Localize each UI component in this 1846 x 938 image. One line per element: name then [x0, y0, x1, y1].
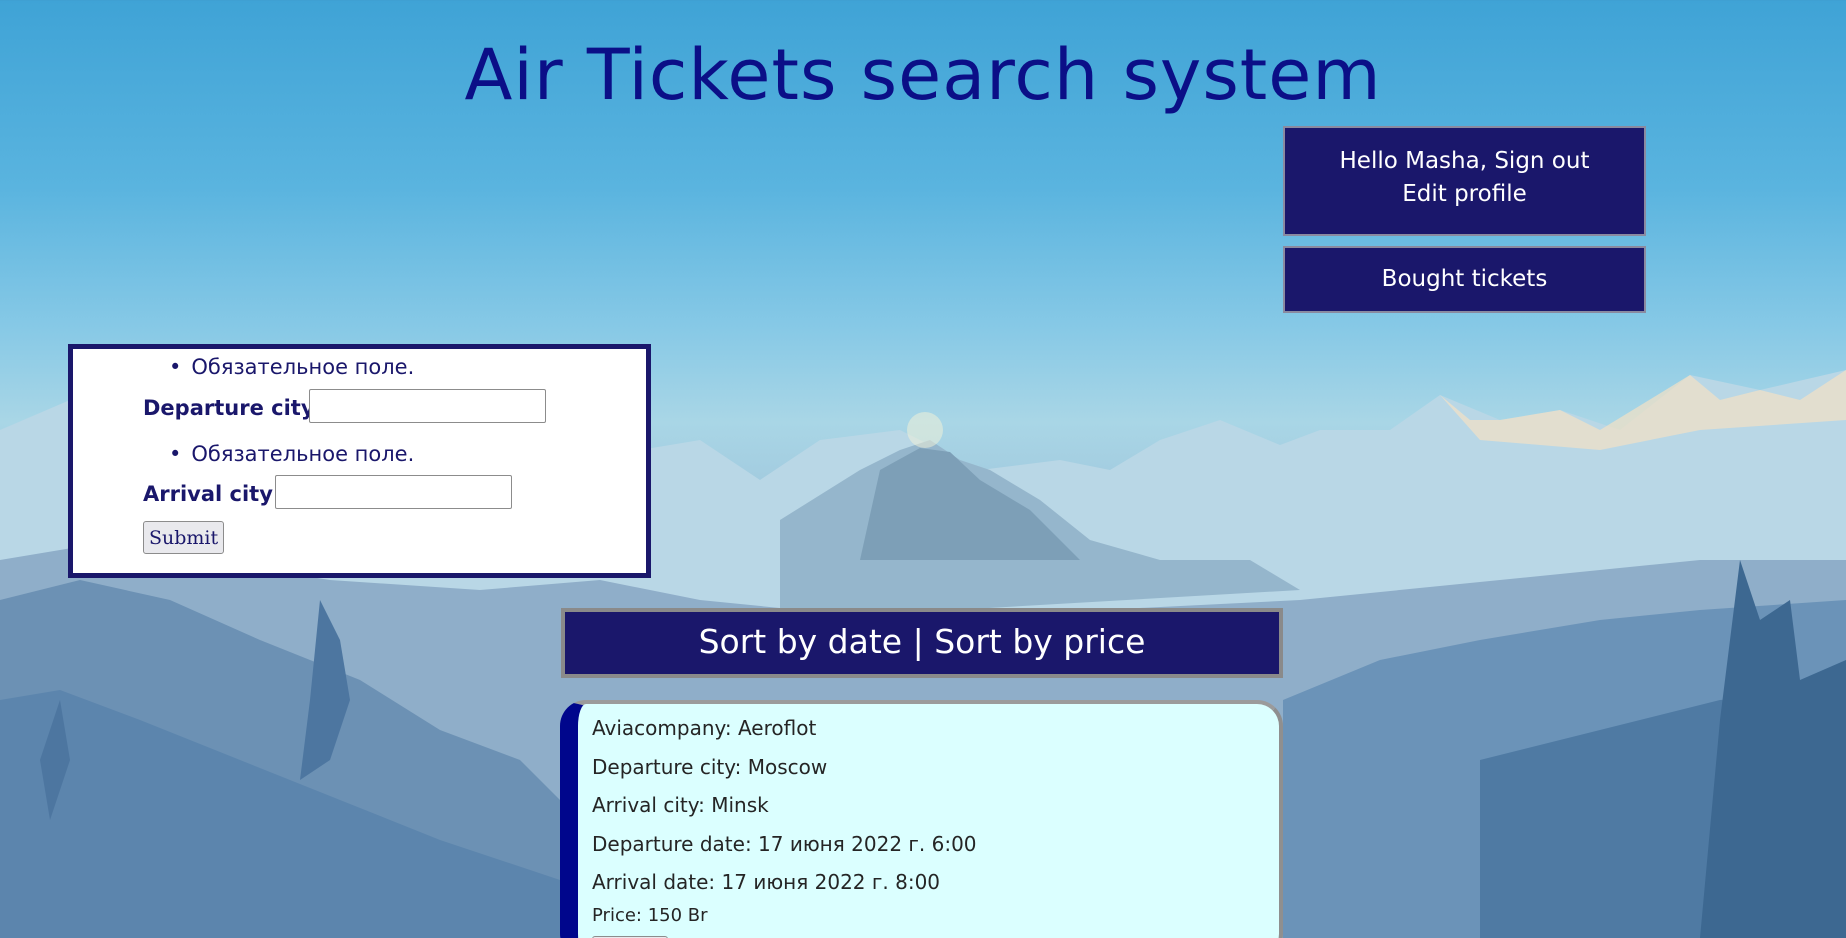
- edit-profile-link[interactable]: Edit profile: [1402, 181, 1527, 207]
- ticket-card: Aviacompany: Aeroflot Departure city: Mo…: [560, 700, 1283, 938]
- greeting-text: Hello Masha,: [1339, 148, 1495, 174]
- arrival-error-message: Обязательное поле.: [169, 442, 414, 466]
- arrival-city-label: Arrival city:: [143, 482, 282, 506]
- ticket-arrival-city: Arrival city: Minsk: [592, 793, 769, 817]
- greeting-line: Hello Masha, Sign out: [1285, 145, 1644, 178]
- arrival-city-input[interactable]: [275, 475, 512, 509]
- submit-button[interactable]: Submit: [143, 521, 225, 554]
- bought-tickets-box: Bought tickets: [1283, 246, 1646, 313]
- ticket-company: Aviacompany: Aeroflot: [592, 716, 817, 740]
- departure-city-input[interactable]: [309, 389, 546, 423]
- sign-out-link[interactable]: Sign out: [1494, 148, 1589, 174]
- sort-separator: |: [902, 622, 935, 661]
- departure-error-message: Обязательное поле.: [169, 355, 414, 379]
- search-form: Обязательное поле. Departure city: Обяза…: [68, 344, 651, 578]
- sort-by-date-link[interactable]: Sort by date: [699, 622, 903, 661]
- bought-tickets-link[interactable]: Bought tickets: [1382, 266, 1548, 292]
- ticket-departure-date: Departure date: 17 июня 2022 г. 6:00: [592, 831, 977, 856]
- sort-by-price-link[interactable]: Sort by price: [934, 622, 1145, 661]
- ticket-price: Price: 150 Br: [592, 905, 708, 926]
- page-title: Air Tickets search system: [464, 34, 1382, 116]
- ticket-departure-city: Departure city: Moscow: [592, 754, 828, 779]
- ticket-arrival-date: Arrival date: 17 июня 2022 г. 8:00: [592, 870, 941, 894]
- user-menu: Hello Masha, Sign out Edit profile: [1283, 126, 1646, 236]
- departure-city-label: Departure city:: [143, 396, 323, 420]
- sort-bar: Sort by date | Sort by price: [561, 608, 1283, 678]
